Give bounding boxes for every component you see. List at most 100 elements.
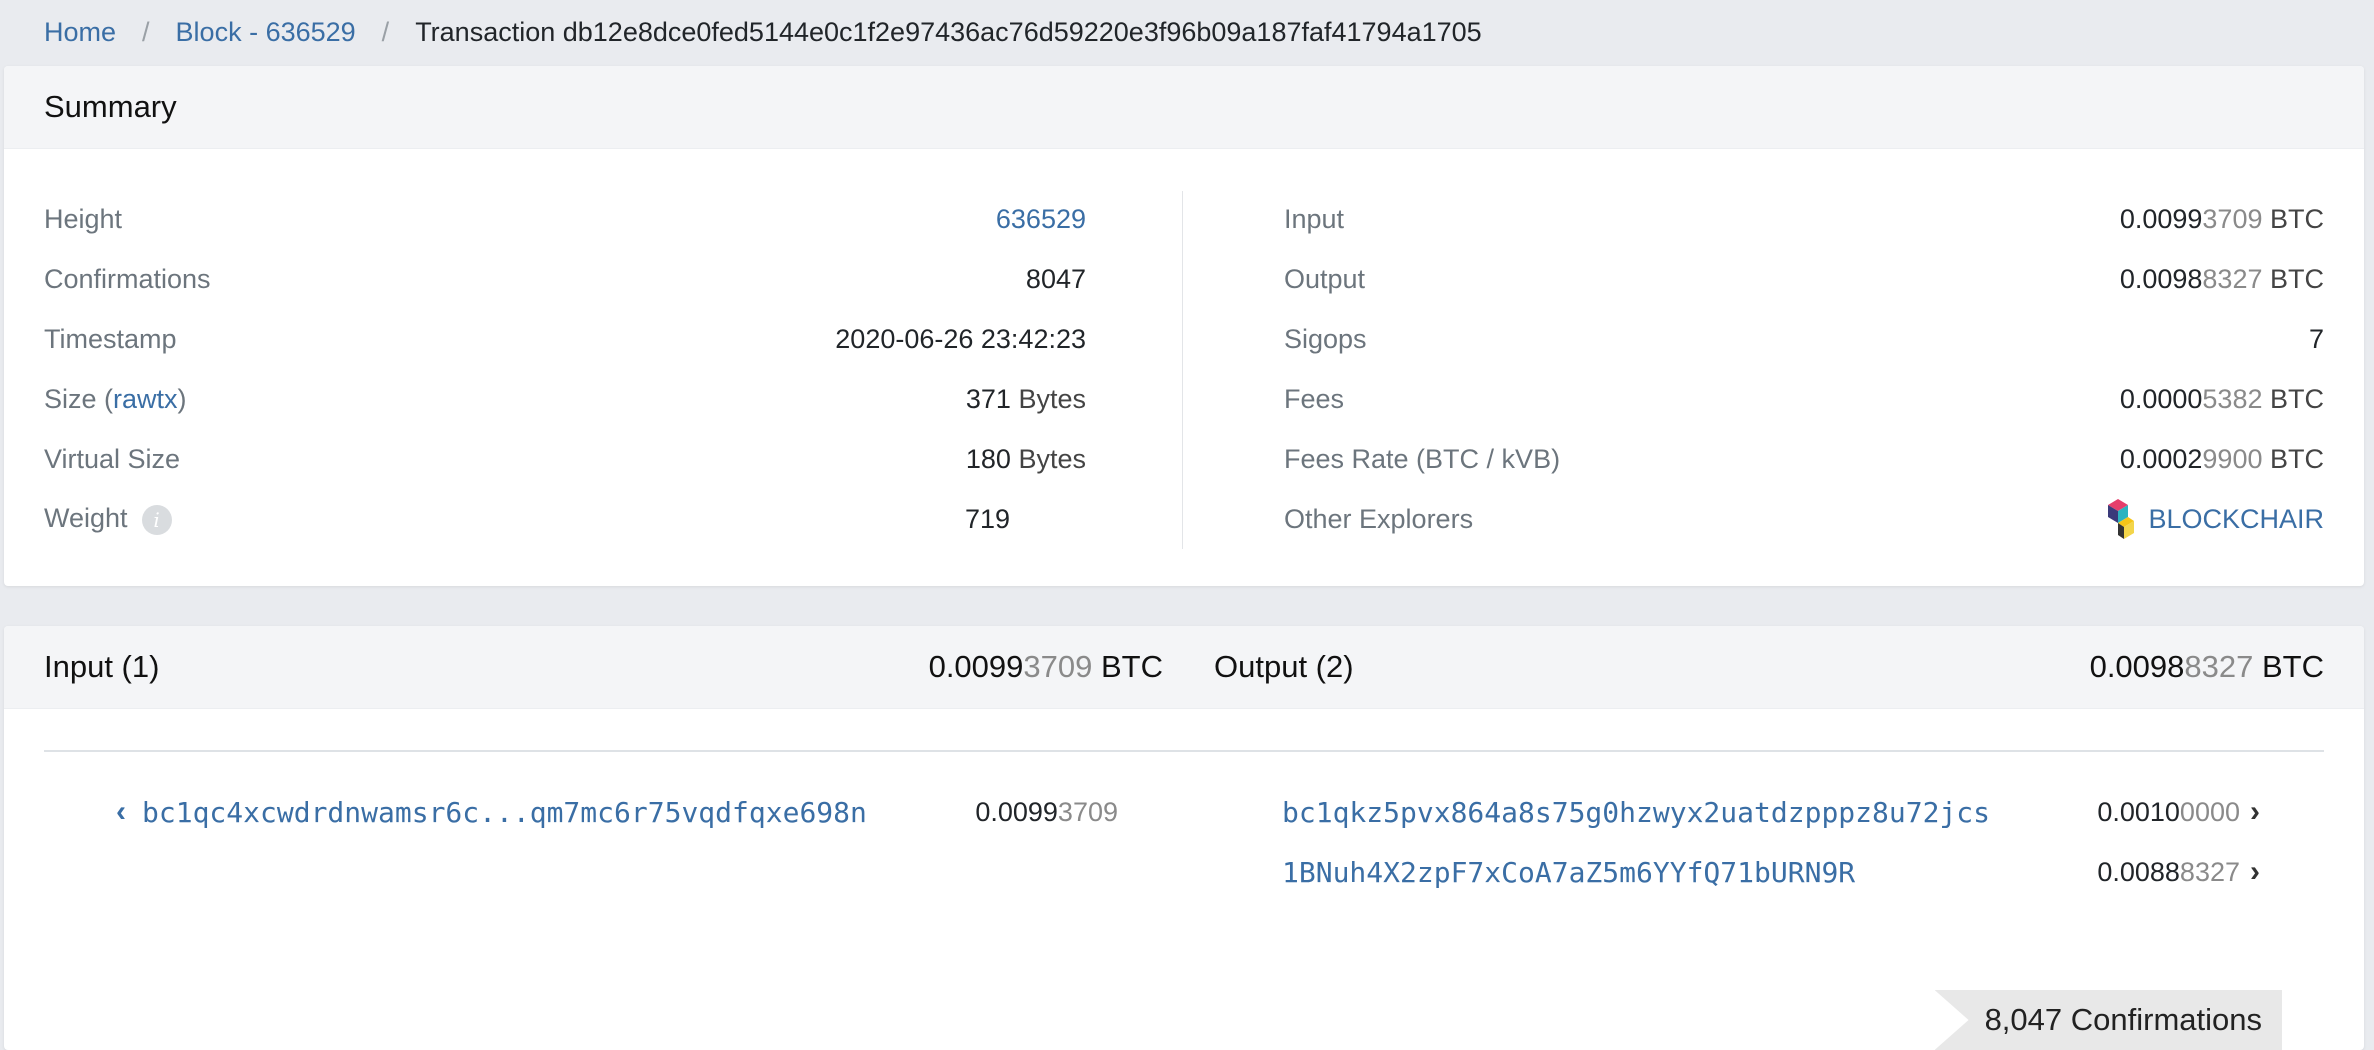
output-amount-main: 0.0010 [2097,796,2180,827]
breadcrumb-block-link[interactable]: Block - 636529 [176,17,356,48]
timestamp-label: Timestamp [44,323,177,354]
btc-unit: BTC [2270,383,2324,414]
breadcrumb-current: Transaction db12e8dce0fed5144e0c1f2e9743… [415,16,1482,47]
input-address-link[interactable]: bc1qc4xcwdrdnwamsr6c...qm7mc6r75vqdfqxe6… [142,796,867,829]
output-amount-main: 0.0088 [2097,856,2180,887]
height-link[interactable]: 636529 [996,204,1086,235]
size-label-prefix: Size ( [44,383,114,414]
input-amount-dim: 3709 [1057,796,1118,827]
confirmations-badge: 8,047 Confirmations [1934,990,2282,1050]
input-amount: 0.0099 3709 [975,792,1118,832]
fees-rate-value: 0.00029900 BTC [2120,444,2324,475]
row-size: Size (rawtx) 371 Bytes [44,369,1086,429]
summary-card: Summary Height 636529 Confirmations 8047… [4,66,2364,586]
row-virtual-size: Virtual Size 180 Bytes [44,429,1086,489]
row-input: Input 0.00993709 BTC [1284,189,2324,249]
vsize-value: 180 Bytes [966,444,1086,475]
fees-label: Fees [1284,383,1345,414]
fees-value-main: 0.0000 [2119,383,2203,414]
output-value-dim: 8327 [2202,263,2263,294]
output-title: Output (2) [1214,649,1354,684]
output-value: 0.00988327 BTC [2120,264,2324,295]
output-amount: 0.0088 8327 › [2097,852,2260,892]
output-total-main: 0.0098 [2089,649,2185,684]
weight-value: 719 [964,503,1010,534]
btc-unit: BTC [2270,263,2324,294]
row-confirmations: Confirmations 8047 [44,249,1086,309]
weight-label-text: Weight [44,503,128,534]
input-total: 0.0099 3709 BTC [929,626,1163,708]
breadcrumb: Home / Block - 636529 / Transaction db12… [0,0,2374,64]
summary-header: Summary [4,66,2364,149]
output-amount-dim: 8327 [2179,856,2240,887]
timestamp-value: 2020-06-26 23:42:23 [835,323,1086,354]
input-title: Input (1) [44,649,160,684]
output-address-link[interactable]: 1BNuh4X2zpF7xCoA7aZ5m6YYfQ71bURN9R [1282,856,1855,889]
fees-rate-label: Fees Rate (BTC / kVB) [1284,443,1561,474]
summary-body: Height 636529 Confirmations 8047 Timesta… [4,149,2364,586]
output-row: bc1qkz5pvx864a8s75g0hzwyx2uatdzpppz8u72j… [1282,792,1990,832]
btc-unit: BTC [2270,443,2324,474]
input-amount-main: 0.0099 [975,796,1058,827]
chevron-right-icon[interactable]: › [2250,855,2260,889]
size-label: Size (rawtx) [44,384,187,415]
sigops-label: Sigops [1284,323,1367,354]
size-value: 371 Bytes [966,384,1086,415]
other-explorers-label: Other Explorers [1284,503,1474,534]
output-address-link[interactable]: bc1qkz5pvx864a8s75g0hzwyx2uatdzpppz8u72j… [1282,796,1990,829]
input-value-dim: 3709 [2202,203,2263,234]
output-value-main: 0.0098 [2119,263,2203,294]
input-value-main: 0.0099 [2119,203,2203,234]
vsize-label: Virtual Size [44,443,181,474]
summary-left-column: Height 636529 Confirmations 8047 Timesta… [44,189,1086,549]
output-amount: 0.0010 0000 › [2097,792,2260,832]
io-divider [44,750,2324,752]
btc-unit: BTC [2262,649,2324,684]
row-fees-rate: Fees Rate (BTC / kVB) 0.00029900 BTC [1284,429,2324,489]
fees-rate-value-dim: 9900 [2202,443,2263,474]
row-weight: Weight i 719 [44,489,1086,549]
blockchair-label: BLOCKCHAIR [2148,503,2324,534]
blockchair-logo-icon [2108,499,2135,539]
confirmations-label: Confirmations [44,263,211,294]
io-header: Input (1) 0.0099 3709 BTC Output (2) 0.00… [4,626,2364,709]
input-row: ‹ bc1qc4xcwdrdnwamsr6c...qm7mc6r75vqdfqx… [116,792,867,832]
size-unit: Bytes [1018,383,1086,414]
row-sigops: Sigops 7 [1284,309,2324,369]
btc-unit: BTC [1101,649,1163,684]
fees-value: 0.00005382 BTC [2120,384,2324,415]
output-label: Output [1284,263,1366,294]
weight-label: Weight i [44,503,172,535]
blockchair-link[interactable]: BLOCKCHAIR [2104,499,2324,539]
output-total-dim: 8327 [2184,649,2254,684]
row-fees: Fees 0.00005382 BTC [1284,369,2324,429]
fees-rate-value-main: 0.0002 [2119,443,2203,474]
breadcrumb-home-link[interactable]: Home [44,17,116,48]
output-amount-dim: 0000 [2179,796,2240,827]
output-row: 1BNuh4X2zpF7xCoA7aZ5m6YYfQ71bURN9R [1282,852,1855,892]
info-icon[interactable]: i [141,504,172,535]
summary-right-column: Input 0.00993709 BTC Output 0.00988327 B… [1284,189,2324,549]
row-other-explorers: Other Explorers BLOCKCHAIR [1284,489,2324,549]
row-height: Height 636529 [44,189,1086,249]
input-total-main: 0.0099 [928,649,1024,684]
column-divider [1182,191,1183,549]
breadcrumb-separator: / [142,16,150,47]
io-card: Input (1) 0.0099 3709 BTC Output (2) 0.00… [4,626,2364,1050]
sigops-value: 7 [2308,323,2324,354]
height-label: Height [44,203,123,234]
output-total: 0.0098 8327 BTC [2090,626,2324,708]
input-label: Input [1284,203,1345,234]
btc-unit: BTC [2270,203,2324,234]
input-value: 0.00993709 BTC [2120,204,2324,235]
row-output: Output 0.00988327 BTC [1284,249,2324,309]
chevron-left-icon[interactable]: ‹ [116,795,126,829]
chevron-right-icon[interactable]: › [2250,795,2260,829]
size-number: 371 [965,383,1011,414]
rawtx-link[interactable]: rawtx [113,384,178,414]
vsize-unit: Bytes [1018,443,1086,474]
confirmations-value: 8047 [1025,263,1086,294]
fees-value-dim: 5382 [2202,383,2263,414]
input-total-dim: 3709 [1023,649,1093,684]
row-timestamp: Timestamp 2020-06-26 23:42:23 [44,309,1086,369]
